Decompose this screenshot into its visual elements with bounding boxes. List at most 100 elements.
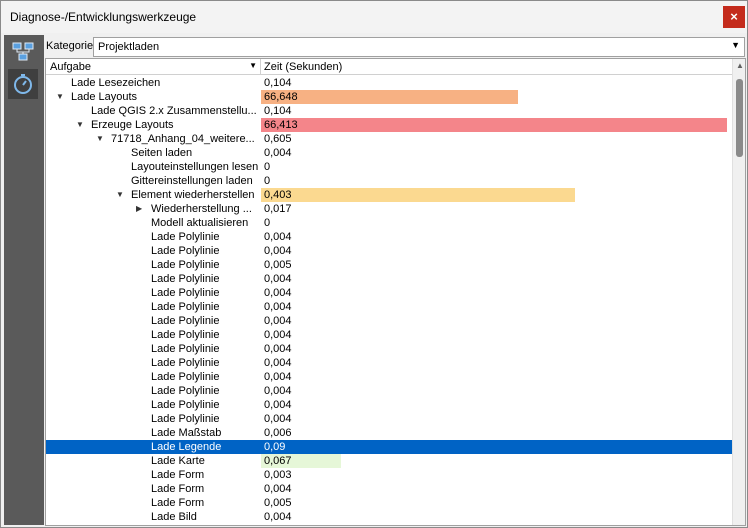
time-value: 0,004 — [264, 399, 292, 411]
task-label: Seiten laden — [131, 147, 193, 159]
main-panel: Kategorie Projektladen ▼ Aufgabe ▼ Zeit … — [44, 35, 747, 527]
tree-row[interactable]: ▶ Wiederherstellung ... 0,017 — [46, 202, 732, 216]
tree-row[interactable]: Lade Polylinie 0,004 — [46, 230, 732, 244]
tree-row[interactable]: Lade Polylinie 0,004 — [46, 244, 732, 258]
tree-row[interactable]: Lade Form 0,003 — [46, 468, 732, 482]
chevron-down-icon: ▼ — [731, 40, 740, 50]
window-title: Diagnose-/Entwicklungswerkzeuge — [10, 10, 197, 24]
task-label: Lade Polylinie — [151, 385, 220, 397]
tree-row[interactable]: ▼ Lade Layouts 66,648 — [46, 90, 732, 104]
task-label: Lade Polylinie — [151, 413, 220, 425]
tree-row[interactable]: Modell aktualisieren 0 — [46, 216, 732, 230]
tree-row[interactable]: Lade Maßstab 0,006 — [46, 426, 732, 440]
tree-row[interactable]: Lade Polylinie 0,005 — [46, 258, 732, 272]
tree-row[interactable]: ▼ Erzeuge Layouts 66,413 — [46, 118, 732, 132]
tree-row[interactable]: Lade Lesezeichen 0,104 — [46, 76, 732, 90]
time-value: 0,004 — [264, 147, 292, 159]
task-label: Lade Polylinie — [151, 371, 220, 383]
tree-row[interactable]: Lade Polylinie 0,004 — [46, 384, 732, 398]
close-icon: × — [730, 9, 738, 24]
tree-row[interactable]: Layouteinstellungen lesen 0 — [46, 160, 732, 174]
tree-row[interactable]: Lade Form 0,004 — [46, 482, 732, 496]
time-value: 0,004 — [264, 273, 292, 285]
tree-row[interactable]: Lade Polylinie 0,004 — [46, 328, 732, 342]
sidebar-item-profiler[interactable] — [8, 69, 38, 99]
tree-row[interactable]: Lade Polylinie 0,004 — [46, 272, 732, 286]
tree-row[interactable]: Lade Polylinie 0,004 — [46, 342, 732, 356]
time-value: 0,005 — [264, 497, 292, 509]
task-label: Lade Polylinie — [151, 287, 220, 299]
time-value: 0,004 — [264, 357, 292, 369]
task-label: Wiederherstellung ... — [151, 203, 252, 215]
time-value: 0,104 — [264, 77, 292, 89]
tree-row[interactable]: Lade Bild 0,004 — [46, 510, 732, 524]
vertical-scrollbar[interactable]: ▲ — [732, 59, 745, 525]
time-value: 0,005 — [264, 259, 292, 271]
column-header-time[interactable]: Zeit (Sekunden) — [261, 59, 732, 75]
sidebar — [4, 35, 44, 525]
network-icon — [12, 42, 34, 61]
profiler-tree: Aufgabe ▼ Zeit (Sekunden) Lade Lesezeich… — [45, 58, 746, 526]
task-label: Lade Legende — [151, 441, 222, 453]
tree-row[interactable]: ▼ 71718_Anhang_04_weitere... 0,605 — [46, 132, 732, 146]
time-value: 0,004 — [264, 245, 292, 257]
tree-row[interactable]: Lade Polylinie 0,004 — [46, 398, 732, 412]
time-value: 0,004 — [264, 329, 292, 341]
time-value: 0,004 — [264, 287, 292, 299]
expand-down-icon[interactable]: ▼ — [56, 90, 64, 104]
task-label: Lade Form — [151, 483, 205, 495]
time-value: 0,017 — [264, 203, 292, 215]
task-label: Lade QGIS 2.x Zusammenstellu... — [91, 105, 257, 117]
task-label: Lade Polylinie — [151, 231, 220, 243]
expand-down-icon[interactable]: ▼ — [76, 118, 84, 132]
task-label: 71718_Anhang_04_weitere... — [111, 133, 255, 145]
time-value: 0,004 — [264, 315, 292, 327]
sort-down-icon: ▼ — [249, 61, 257, 70]
category-select[interactable]: Projektladen ▼ — [93, 37, 745, 57]
diagnostics-window: Diagnose-/Entwicklungswerkzeuge × Katego… — [0, 0, 748, 528]
expand-right-icon[interactable]: ▶ — [136, 202, 142, 216]
time-value: 0,006 — [264, 427, 292, 439]
time-value: 0,067 — [264, 455, 292, 467]
expand-down-icon[interactable]: ▼ — [96, 132, 104, 146]
tree-row[interactable]: Lade Polylinie 0,004 — [46, 286, 732, 300]
tree-row[interactable]: Lade QGIS 2.x Zusammenstellu... 0,104 — [46, 104, 732, 118]
task-label: Element wiederherstellen — [131, 189, 255, 201]
column-header-task[interactable]: Aufgabe ▼ — [46, 59, 261, 75]
category-label: Kategorie — [46, 40, 94, 52]
tree-row[interactable]: Lade Karte 0,067 — [46, 454, 732, 468]
time-value: 0,004 — [264, 413, 292, 425]
sidebar-item-network[interactable] — [8, 37, 38, 67]
task-label: Lade Polylinie — [151, 343, 220, 355]
task-label: Lade Polylinie — [151, 399, 220, 411]
tree-row[interactable]: Lade Polylinie 0,004 — [46, 314, 732, 328]
expand-down-icon[interactable]: ▼ — [116, 188, 124, 202]
time-value: 66,648 — [264, 91, 298, 103]
tree-row[interactable]: Lade Polylinie 0,004 — [46, 300, 732, 314]
task-label: Lade Polylinie — [151, 357, 220, 369]
task-label: Lade Lesezeichen — [71, 77, 161, 89]
task-label: Modell aktualisieren — [151, 217, 249, 229]
task-label: Lade Polylinie — [151, 259, 220, 271]
scroll-thumb[interactable] — [736, 79, 743, 157]
time-value: 0,004 — [264, 385, 292, 397]
time-value: 0,003 — [264, 469, 292, 481]
task-label: Lade Polylinie — [151, 245, 220, 257]
time-value: 0,004 — [264, 483, 292, 495]
tree-row[interactable]: ▼ Element wiederherstellen 0,403 — [46, 188, 732, 202]
time-value: 66,413 — [264, 119, 298, 131]
tree-rows: Lade Lesezeichen 0,104 ▼ Lade Layouts 66,648… — [46, 76, 732, 524]
tree-row[interactable]: Lade Polylinie 0,004 — [46, 356, 732, 370]
tree-row[interactable]: Gittereinstellungen laden 0 — [46, 174, 732, 188]
tree-row[interactable]: Lade Legende 0,09 — [46, 440, 732, 454]
tree-row[interactable]: Lade Polylinie 0,004 — [46, 370, 732, 384]
time-value: 0 — [264, 161, 271, 173]
task-label: Lade Maßstab — [151, 427, 222, 439]
close-button[interactable]: × — [723, 6, 745, 28]
task-label: Lade Form — [151, 469, 205, 481]
tree-row[interactable]: Lade Form 0,005 — [46, 496, 732, 510]
tree-row[interactable]: Lade Polylinie 0,004 — [46, 412, 732, 426]
tree-row[interactable]: Seiten laden 0,004 — [46, 146, 732, 160]
task-label: Erzeuge Layouts — [91, 119, 174, 131]
time-bar — [261, 90, 518, 104]
